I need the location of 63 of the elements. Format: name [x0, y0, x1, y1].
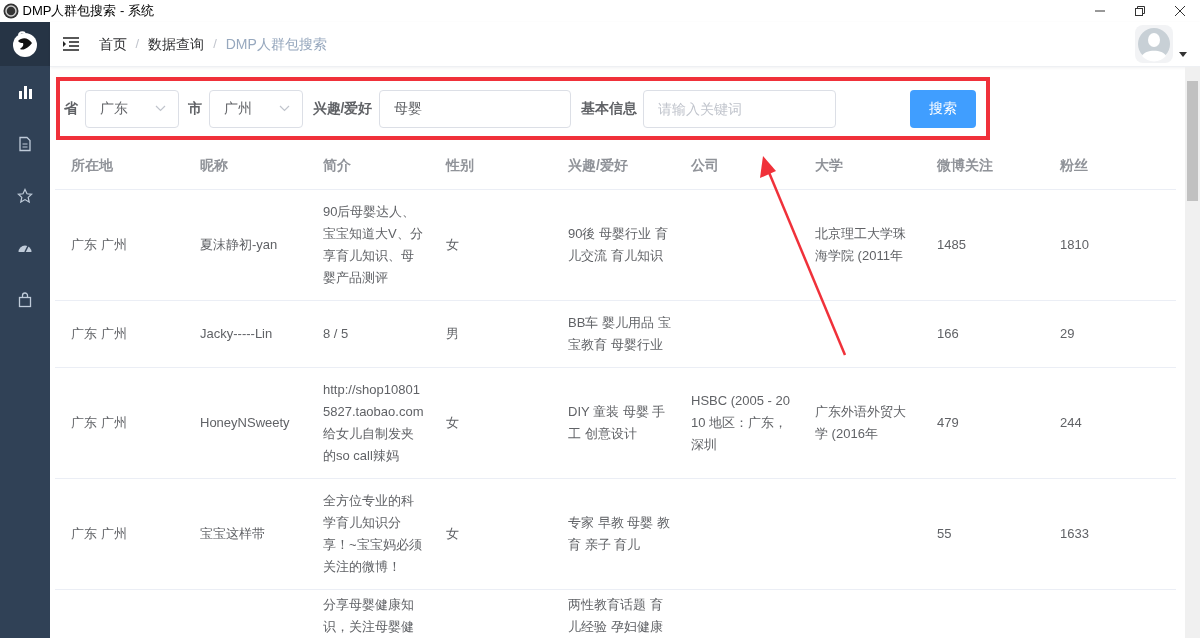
select-field[interactable]: 广东 — [84, 89, 179, 128]
menu-toggle-icon[interactable] — [63, 37, 79, 52]
table-cell-text: DIY 童装 母婴 手 工 创意设计 — [568, 402, 666, 443]
table-cell-text: 分享母婴健康知 识，关注母婴健 — [323, 595, 414, 636]
table-cell-text: 男 — [446, 324, 459, 343]
close-icon[interactable] — [1174, 5, 1186, 17]
table-cell-text: 女 — [446, 524, 459, 543]
table-cell-text: 1633 — [1060, 524, 1089, 543]
table-cell-text: 北京理工大学珠 海学院 (2011年 — [815, 224, 906, 265]
restore-icon[interactable] — [1134, 5, 1146, 17]
table-cell-text: 女 — [446, 413, 459, 432]
table-cell-text: Jacky-----Lin — [200, 324, 273, 343]
breadcrumb-separator: / — [135, 35, 140, 54]
table-cell-text: 广东外语外贸大 学 (2016年 — [815, 402, 906, 443]
table-cell-text: 8 / 5 — [323, 324, 349, 343]
table-cell-text: 55 — [937, 524, 952, 543]
table-cell-text: 广东 广州 — [71, 413, 127, 432]
table-cell-text: BB车 婴儿用品 宝 宝教育 母婴行业 — [568, 313, 671, 354]
breadcrumb-separator: / — [213, 35, 217, 54]
table-cell-text: 244 — [1060, 413, 1082, 432]
table-cell-text: 广东 广州 — [71, 324, 127, 343]
table-cell-text: 166 — [937, 324, 959, 343]
table-cell-text: 宝宝这样带 — [200, 524, 265, 543]
table-cell-text: http://shop10801 5827.taobao.com 给女儿自制发夹 的so call辣妈 — [323, 380, 424, 465]
table-cell-text: HoneyNSweety — [200, 413, 290, 432]
filter-label: 市 — [188, 99, 203, 119]
column-header: 大学 — [799, 143, 921, 190]
input-field[interactable]: 母婴 — [378, 89, 571, 128]
window-title: DMP人群包搜索 - 系统 — [22, 2, 154, 21]
table-cell-text: 90后母婴达人、 宝宝知道大V、分 享育儿知识、母 婴产品测评 — [323, 202, 423, 287]
column-header: 所在地 — [55, 143, 184, 190]
table-cell-text: 1485 — [937, 235, 966, 254]
app-logo-icon — [3, 3, 20, 19]
select-field[interactable]: 广州 — [208, 89, 303, 128]
scrollbar[interactable] — [1185, 67, 1200, 638]
table-cell-text: 广东 广州 — [71, 235, 127, 254]
filter-label: 兴趣/爱好 — [312, 99, 373, 119]
table-cell-text: 夏沫静初-yan — [200, 235, 278, 254]
table-cell-text: 29 — [1060, 324, 1075, 343]
table-cell-text: 90後 母婴行业 育 儿交流 育儿知识 — [568, 224, 668, 265]
table-cell-text: 专家 早教 母婴 教 育 亲子 育儿 — [568, 513, 670, 554]
table-cell-text: 两性教育话题 育 儿经验 孕妇健康 — [568, 595, 663, 636]
column-header: 兴趣/爱好 — [552, 143, 675, 190]
table-cell-text: 全方位专业的科 学育儿知识分 享！~宝宝妈必须 关注的微博！ — [323, 491, 422, 576]
table-cell-text: 1810 — [1060, 235, 1089, 254]
table-cell-text: 广东 广州 — [71, 524, 127, 543]
logo-icon — [10, 29, 40, 59]
input-field[interactable]: 请输入关键词 — [643, 89, 837, 128]
filter-label: 基本信息 — [580, 99, 637, 119]
column-header: 粉丝 — [1044, 143, 1176, 190]
table-cell-text: 女 — [446, 235, 459, 254]
chevron-down-icon — [278, 105, 290, 113]
column-header: 性别 — [430, 143, 552, 190]
table-cell-text: HSBC (2005 - 20 10 地区：广东， 深圳 — [691, 391, 790, 454]
table-cell-text: 479 — [937, 413, 959, 432]
column-header: 昵称 — [184, 143, 307, 190]
breadcrumb-link[interactable]: 首页 — [98, 33, 127, 55]
column-header: 微博关注 — [921, 143, 1044, 190]
column-header: 简介 — [307, 143, 430, 190]
chevron-down-icon — [154, 105, 166, 113]
breadcrumb-link[interactable]: 数据查询 — [148, 33, 205, 55]
filter-label: 省 — [64, 99, 78, 119]
dropdown-caret-icon[interactable] — [1179, 51, 1187, 57]
